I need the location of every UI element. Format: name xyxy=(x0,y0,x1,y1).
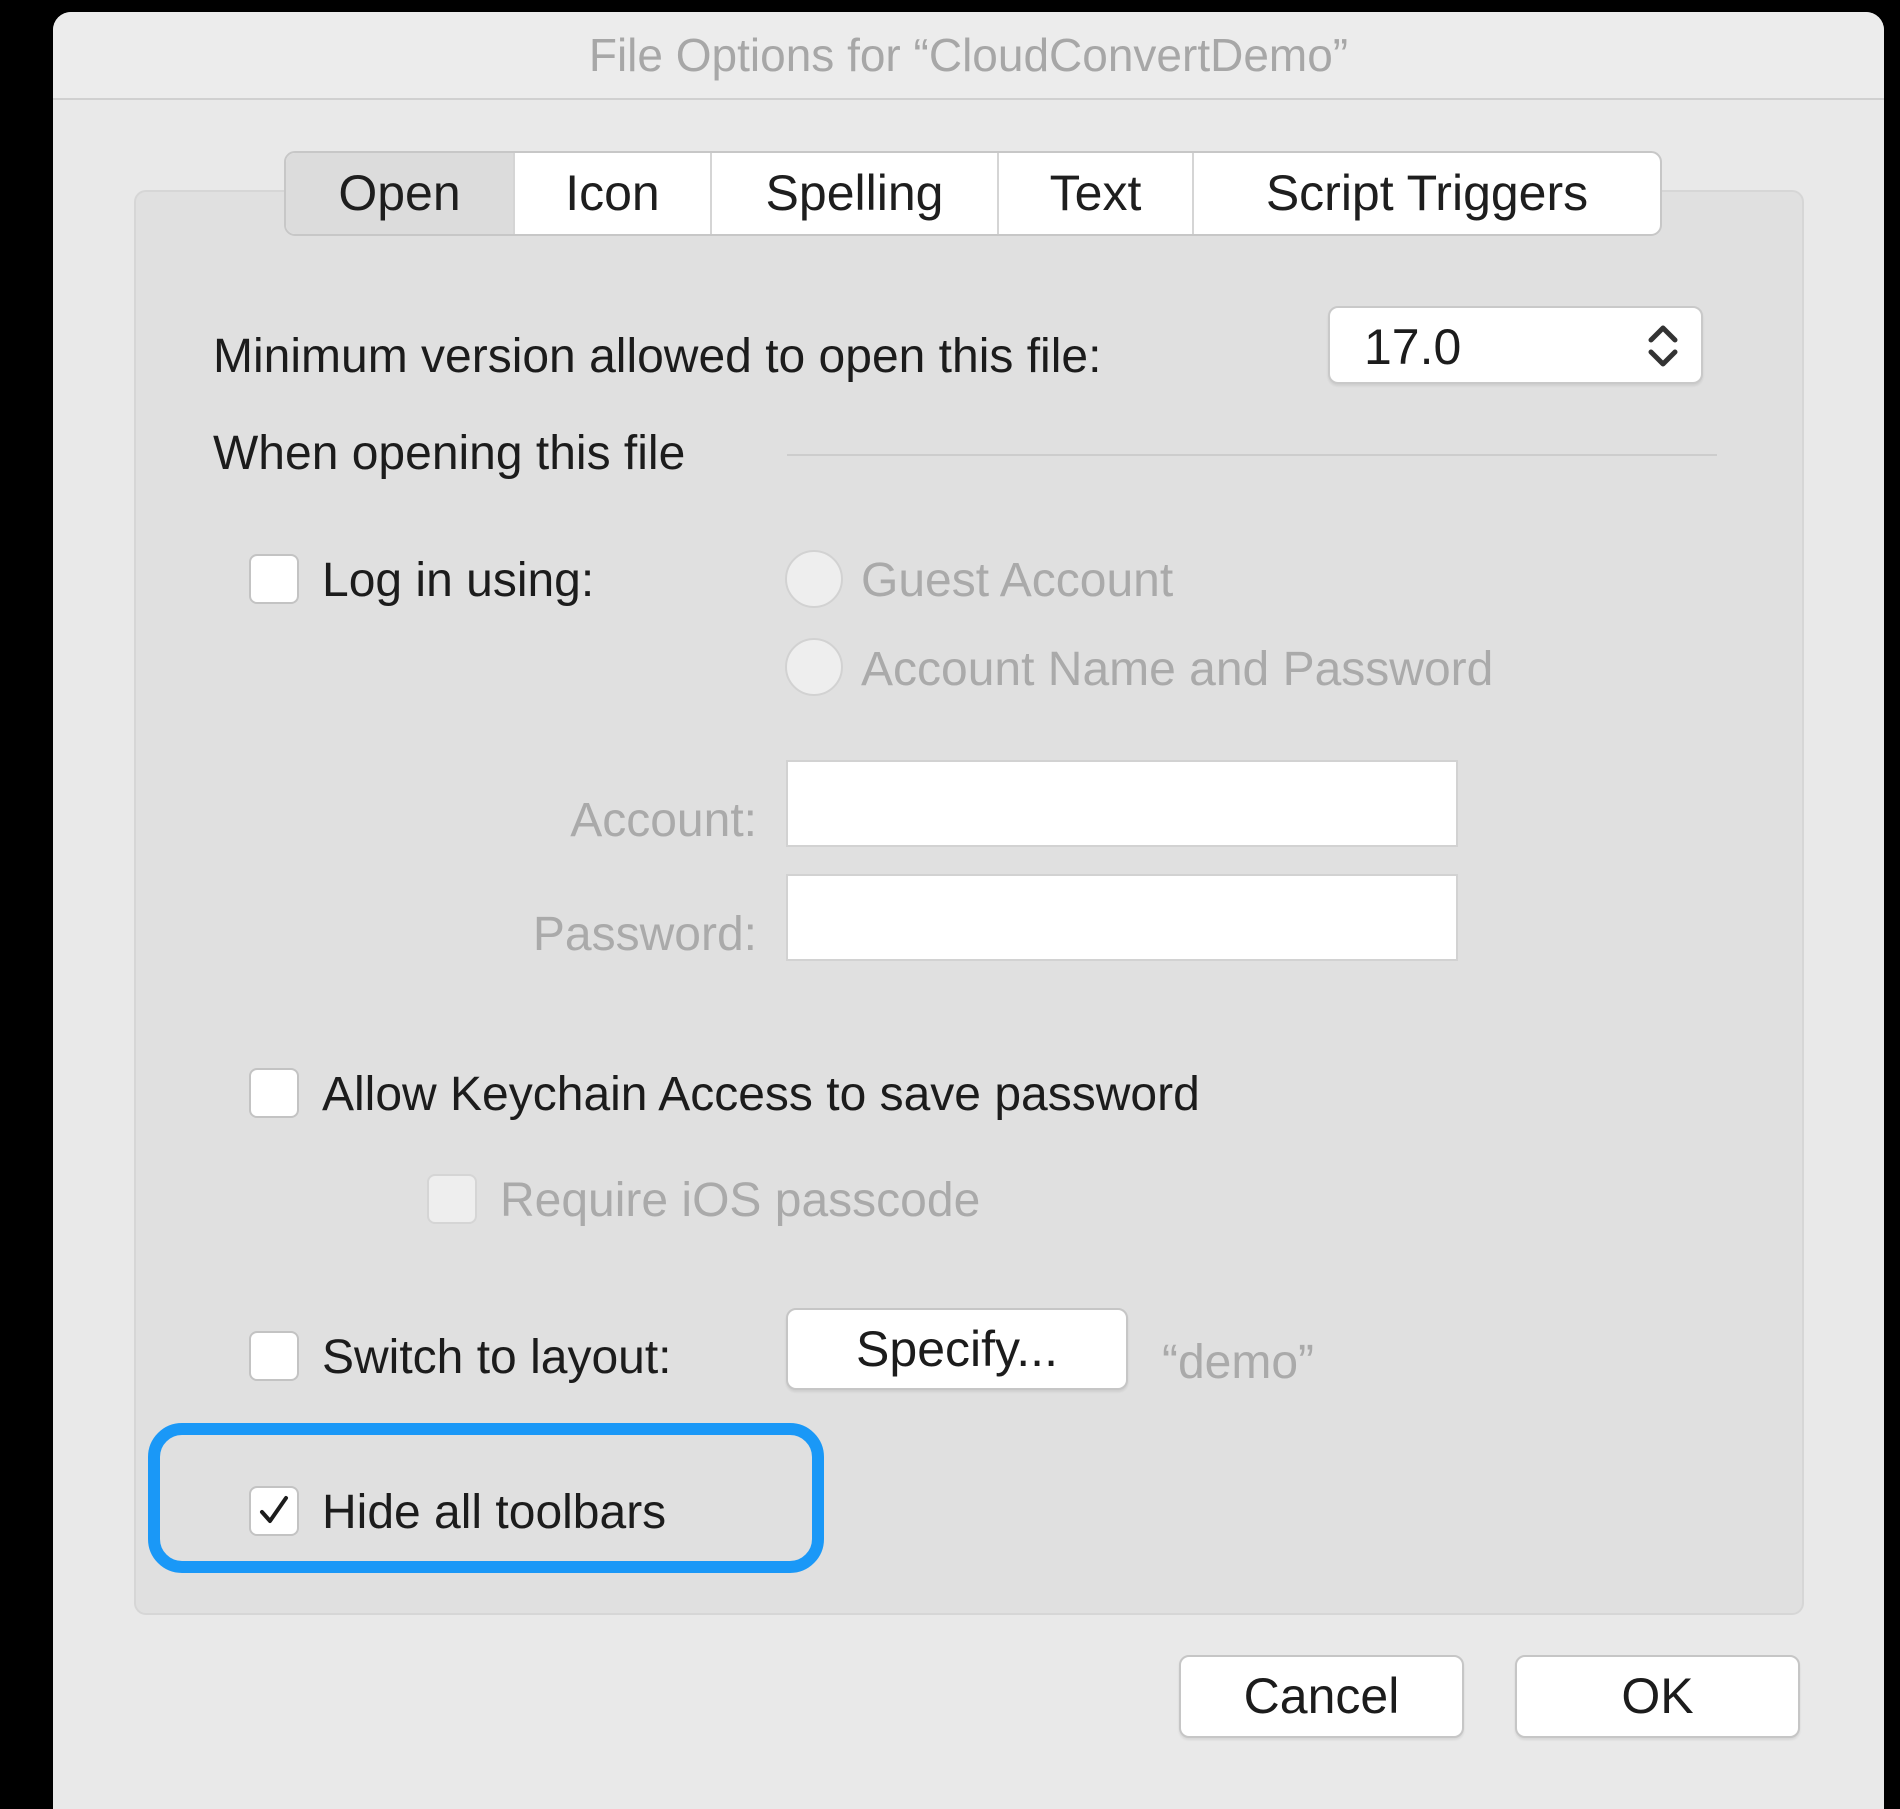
guest-account-radio[interactable] xyxy=(785,550,843,608)
stepper-arrows-icon xyxy=(1648,325,1678,367)
min-version-value: 17.0 xyxy=(1364,319,1462,375)
title-bar: File Options for “CloudConvertDemo” xyxy=(53,12,1884,100)
switch-layout-checkbox[interactable] xyxy=(249,1331,299,1381)
cancel-button[interactable]: Cancel xyxy=(1179,1655,1464,1738)
login-label: Log in using: xyxy=(322,554,595,607)
password-label: Password: xyxy=(532,908,757,961)
min-version-popup[interactable]: 17.0 xyxy=(1328,306,1703,384)
layout-name-text: “demo” xyxy=(1162,1336,1315,1389)
switch-layout-label: Switch to layout: xyxy=(322,1331,672,1384)
login-checkbox[interactable] xyxy=(249,554,299,604)
min-version-label: Minimum version allowed to open this fil… xyxy=(213,330,1102,383)
tab-icon[interactable]: Icon xyxy=(515,153,712,234)
highlight-annotation xyxy=(148,1423,824,1573)
tab-bar: Open Icon Spelling Text Script Triggers xyxy=(284,151,1662,236)
account-label: Account: xyxy=(570,794,757,847)
account-field[interactable] xyxy=(786,760,1458,847)
keychain-label: Allow Keychain Access to save password xyxy=(322,1068,1200,1121)
section-heading: When opening this file xyxy=(213,427,686,480)
account-name-password-label: Account Name and Password xyxy=(861,643,1494,696)
tab-text[interactable]: Text xyxy=(999,153,1194,234)
password-field[interactable] xyxy=(786,874,1458,961)
tab-spelling[interactable]: Spelling xyxy=(712,153,999,234)
guest-account-label: Guest Account xyxy=(861,554,1174,607)
require-ios-passcode-checkbox[interactable] xyxy=(427,1174,477,1224)
section-divider xyxy=(787,454,1717,456)
keychain-checkbox[interactable] xyxy=(249,1068,299,1118)
specify-layout-button[interactable]: Specify... xyxy=(786,1308,1128,1390)
tab-script-triggers[interactable]: Script Triggers xyxy=(1194,153,1660,234)
ok-button[interactable]: OK xyxy=(1515,1655,1800,1738)
account-name-password-radio[interactable] xyxy=(785,638,843,696)
tab-open[interactable]: Open xyxy=(286,153,515,234)
require-ios-passcode-label: Require iOS passcode xyxy=(500,1174,981,1227)
window-title: File Options for “CloudConvertDemo” xyxy=(588,29,1349,81)
